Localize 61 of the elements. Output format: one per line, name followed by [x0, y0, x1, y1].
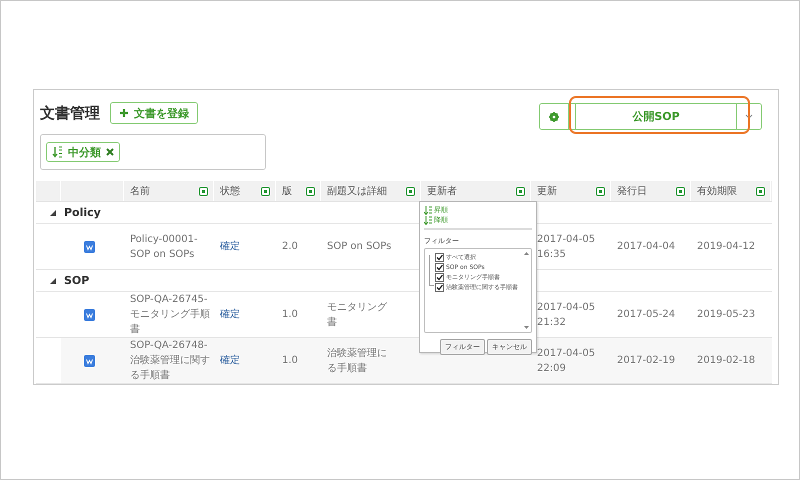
scroll-up-icon[interactable]: [524, 252, 528, 255]
filter-icon[interactable]: [306, 186, 315, 196]
page-title: 文書管理: [40, 104, 100, 122]
column-header[interactable]: 状態: [214, 181, 276, 201]
table-cell-text: 2019-05-23: [697, 308, 756, 322]
chip-label: 中分類: [68, 144, 101, 160]
document-icon: [84, 308, 95, 320]
status-link[interactable]: 確定: [220, 353, 240, 368]
scroll-down-icon[interactable]: [524, 326, 528, 329]
checkbox[interactable]: [435, 282, 444, 292]
column-header[interactable]: 発行日: [611, 181, 691, 201]
status-link[interactable]: 確定: [220, 239, 240, 254]
table-cell-text: 2017-04-05 21:32: [537, 300, 596, 330]
expand-icon[interactable]: [50, 278, 56, 284]
filter-icon[interactable]: [261, 186, 270, 196]
table-cell-text: 2017-04-05 16:35: [537, 232, 596, 262]
document-icon: [84, 354, 95, 366]
sort-icon: [52, 146, 63, 158]
group-label: Policy: [64, 206, 101, 219]
filter-icon[interactable]: [596, 186, 605, 196]
register-button[interactable]: 文書を登録: [110, 102, 198, 124]
table-cell-text: 治験薬管理に る手順書: [327, 346, 387, 376]
table-cell-text: モニタリング 書: [327, 300, 387, 330]
caret-icon: [745, 114, 753, 119]
table-cell-text: 2019-02-18: [697, 354, 756, 368]
scrollbar[interactable]: [523, 252, 529, 329]
column-header[interactable]: 名前: [124, 181, 214, 201]
settings-icon: [549, 112, 559, 122]
status-link[interactable]: 確定: [220, 307, 240, 322]
document-icon: [84, 240, 95, 252]
table-cell-text: 2.0: [282, 240, 298, 254]
table-cell-text: 1.0: [282, 308, 298, 322]
table-cell-text: 2017-02-19: [617, 354, 676, 368]
group-label: SOP: [64, 274, 90, 287]
table-cell-text: 2017-04-04: [617, 240, 676, 254]
table-cell-text: 1.0: [282, 354, 298, 368]
sort-chip[interactable]: 中分類: [46, 142, 120, 162]
filter-icon[interactable]: [676, 186, 685, 196]
filter-icon[interactable]: [406, 186, 415, 196]
checkbox[interactable]: [435, 252, 444, 262]
plus-icon: [119, 108, 129, 118]
table-cell-text: 2017-04-05 22:09: [537, 346, 596, 376]
column-header[interactable]: 副題又は詳細: [321, 181, 421, 201]
settings-button[interactable]: [539, 103, 569, 130]
document-name[interactable]: SOP-QA-26748- 治験薬管理に関す る手順書: [130, 338, 210, 383]
document-name[interactable]: Policy-00001- SOP on SOPs: [130, 232, 198, 262]
filter-icon[interactable]: [516, 186, 525, 196]
checkbox[interactable]: [435, 272, 444, 282]
filter-icon[interactable]: [756, 186, 765, 196]
document-name[interactable]: SOP-QA-26745- モニタリング手順 書: [130, 292, 210, 337]
column-header[interactable]: 有効期限: [691, 181, 771, 201]
table-cell-text: SOP on SOPs: [327, 240, 392, 254]
remove-icon[interactable]: [106, 148, 114, 156]
table-cell-text: 2017-05-24: [617, 308, 676, 322]
filter-icon[interactable]: [199, 186, 208, 196]
expand-icon[interactable]: [50, 210, 56, 216]
column-header[interactable]: 更新: [531, 181, 611, 201]
checkbox[interactable]: [435, 262, 444, 272]
column-header[interactable]: 版: [276, 181, 321, 201]
view-select[interactable]: 公開SOP: [569, 103, 762, 130]
table-cell-text: 2019-04-12: [697, 240, 756, 254]
